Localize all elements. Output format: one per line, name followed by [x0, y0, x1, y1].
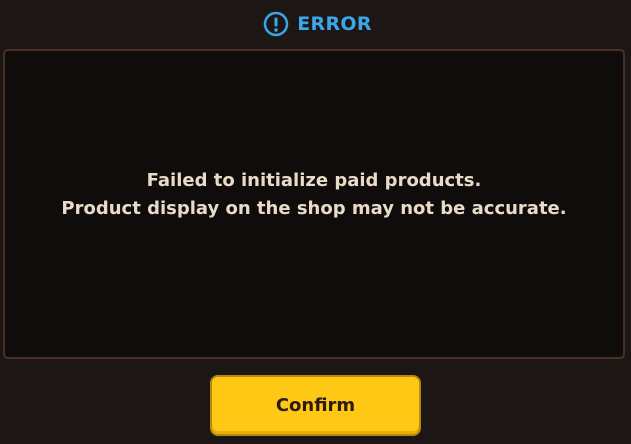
confirm-button-label: Confirm: [275, 395, 356, 416]
error-dialog: ERROR Failed to initialize paid products…: [0, 0, 631, 444]
dialog-header-content: ERROR: [263, 11, 372, 37]
dialog-header: ERROR: [0, 0, 631, 48]
exclamation-circle-icon: [263, 11, 289, 37]
dialog-title: ERROR: [297, 13, 372, 35]
message-line-2: Product display on the shop may not be a…: [61, 198, 567, 219]
confirm-button[interactable]: Confirm: [210, 375, 421, 436]
message-line-1: Failed to initialize paid products.: [146, 170, 482, 191]
message-panel: Failed to initialize paid products. Prod…: [3, 49, 625, 359]
